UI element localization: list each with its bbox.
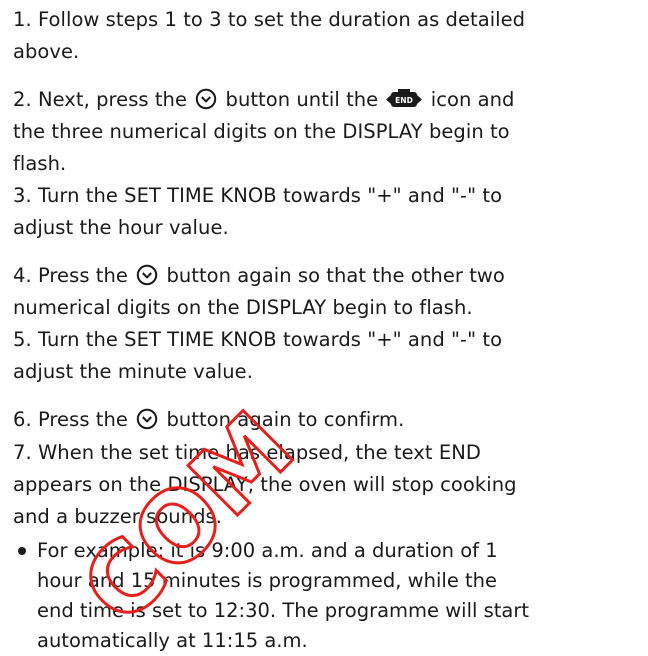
step-4-line-2: numerical digits on the DISPLAY begin to… xyxy=(13,296,473,319)
step-4-text-a: 4. Press the xyxy=(13,264,128,287)
example-line-1: For example: it is 9:00 a.m. and a durat… xyxy=(37,539,498,562)
step-1-line-2: above. xyxy=(13,40,80,63)
bullet-icon xyxy=(18,547,26,555)
end-icon-label: END xyxy=(396,96,414,105)
example-line-4: automatically at 11:15 a.m. xyxy=(37,629,308,652)
step-2-text-c: icon and xyxy=(430,88,515,111)
step-6-line-1: 6. Press the button again to confirm. xyxy=(13,404,404,440)
step-6-text-a: 6. Press the xyxy=(13,408,128,431)
example-line-2: hour and 15 minutes is programmed, while… xyxy=(37,569,498,592)
step-1-line-1: 1. Follow steps 1 to 3 to set the durati… xyxy=(13,8,526,31)
step-5-line-2: adjust the minute value. xyxy=(13,360,253,383)
step-3-line-1: 3. Turn the SET TIME KNOB towards "+" an… xyxy=(13,184,503,207)
step-7-line-1: 7. When the set time has elapsed, the te… xyxy=(13,441,481,464)
clock-icon xyxy=(136,408,158,440)
step-5-line-1: 5. Turn the SET TIME KNOB towards "+" an… xyxy=(13,328,503,351)
step-6-text-b: button again to confirm. xyxy=(166,408,405,431)
example-line-3: end time is set to 12:30. The programme … xyxy=(37,599,530,622)
step-7-line-2: appears on the DISPLAY, the oven will st… xyxy=(13,473,517,496)
step-2-line-1: 2. Next, press the button until the END … xyxy=(13,84,514,120)
step-7-line-3: and a buzzer sounds. xyxy=(13,505,222,528)
step-4-line-1: 4. Press the button again so that the ot… xyxy=(13,260,505,296)
step-2-text-a: 2. Next, press the xyxy=(13,88,188,111)
step-2-text-b: button until the xyxy=(225,88,379,111)
step-2-line-3: flash. xyxy=(13,152,67,175)
step-2-line-2: the three numerical digits on the DISPLA… xyxy=(13,120,510,143)
step-3-line-2: adjust the hour value. xyxy=(13,216,229,239)
step-4-text-b: button again so that the other two xyxy=(166,264,505,287)
